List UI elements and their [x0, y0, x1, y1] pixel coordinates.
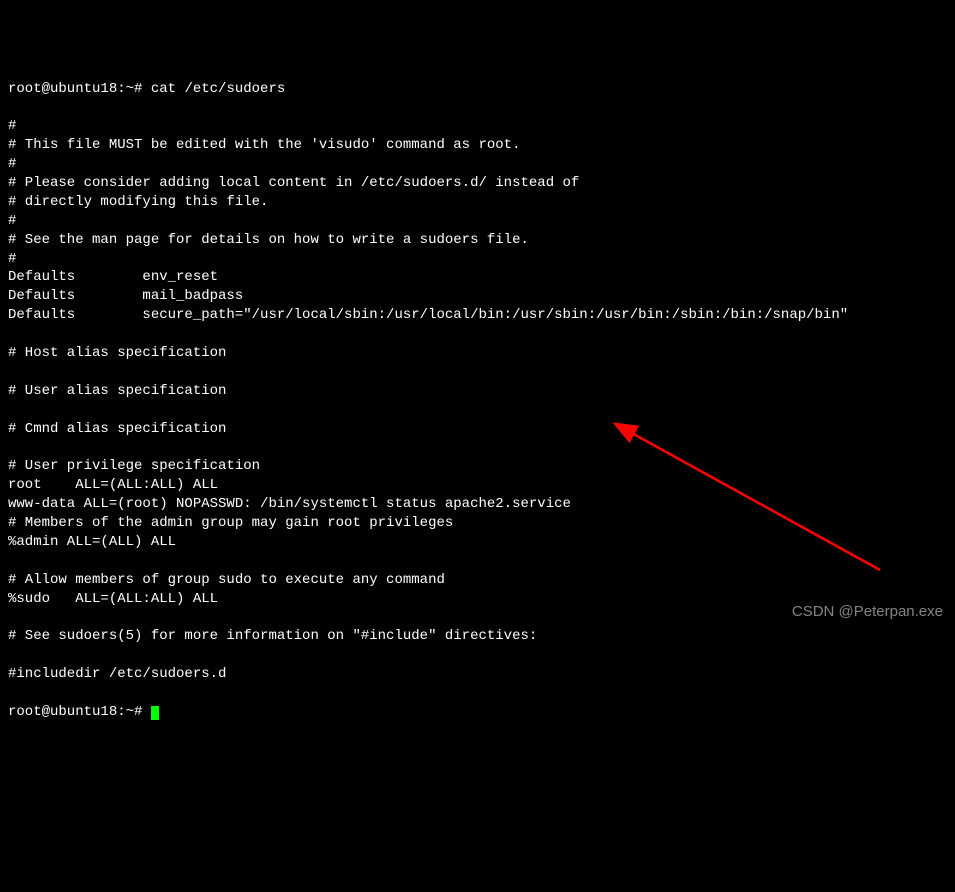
terminal-output-line — [8, 646, 947, 665]
terminal-output: ## This file MUST be edited with the 'vi… — [8, 117, 947, 684]
terminal-output-line: # User alias specification — [8, 382, 947, 401]
terminal-output-line: # — [8, 155, 947, 174]
watermark-text: CSDN @Peterpan.exe — [792, 602, 943, 622]
terminal-output-line: Defaults env_reset — [8, 268, 947, 287]
terminal-output-line: Defaults mail_badpass — [8, 287, 947, 306]
terminal-output-line — [8, 552, 947, 571]
terminal-output-line: # directly modifying this file. — [8, 193, 947, 212]
terminal-output-line: # — [8, 117, 947, 136]
terminal-line-prompt-end[interactable]: root@ubuntu18:~# — [8, 703, 947, 722]
prompt-user: root@ubuntu18 — [8, 704, 117, 720]
terminal-output-line: # User privilege specification — [8, 457, 947, 476]
terminal-output-line: # Allow members of group sudo to execute… — [8, 571, 947, 590]
terminal-output-line: # Please consider adding local content i… — [8, 174, 947, 193]
terminal-output-line: # Cmnd alias specification — [8, 420, 947, 439]
terminal-output-line: # See sudoers(5) for more information on… — [8, 627, 947, 646]
terminal-output-line: # — [8, 250, 947, 269]
terminal-output-line: root ALL=(ALL:ALL) ALL — [8, 476, 947, 495]
cursor-block — [151, 706, 159, 720]
terminal-output-line: #includedir /etc/sudoers.d — [8, 665, 947, 684]
terminal-output-line: # This file MUST be edited with the 'vis… — [8, 136, 947, 155]
terminal-output-line: # Host alias specification — [8, 344, 947, 363]
command-text: cat /etc/sudoers — [151, 81, 285, 97]
prompt-user: root@ubuntu18 — [8, 81, 117, 97]
terminal-output-line — [8, 438, 947, 457]
terminal-output-line: www-data ALL=(root) NOPASSWD: /bin/syste… — [8, 495, 947, 514]
terminal-output-line — [8, 401, 947, 420]
prompt-path: ~ — [126, 704, 134, 720]
terminal-output-line: # Members of the admin group may gain ro… — [8, 514, 947, 533]
prompt-path: ~ — [126, 81, 134, 97]
terminal-output-line — [8, 363, 947, 382]
terminal-line-prompt: root@ubuntu18:~# cat /etc/sudoers — [8, 80, 947, 99]
terminal-output-line: # See the man page for details on how to… — [8, 231, 947, 250]
terminal-output-line: # — [8, 212, 947, 231]
terminal-output-line: Defaults secure_path="/usr/local/sbin:/u… — [8, 306, 947, 325]
terminal-output-line: %admin ALL=(ALL) ALL — [8, 533, 947, 552]
terminal-output-line — [8, 325, 947, 344]
